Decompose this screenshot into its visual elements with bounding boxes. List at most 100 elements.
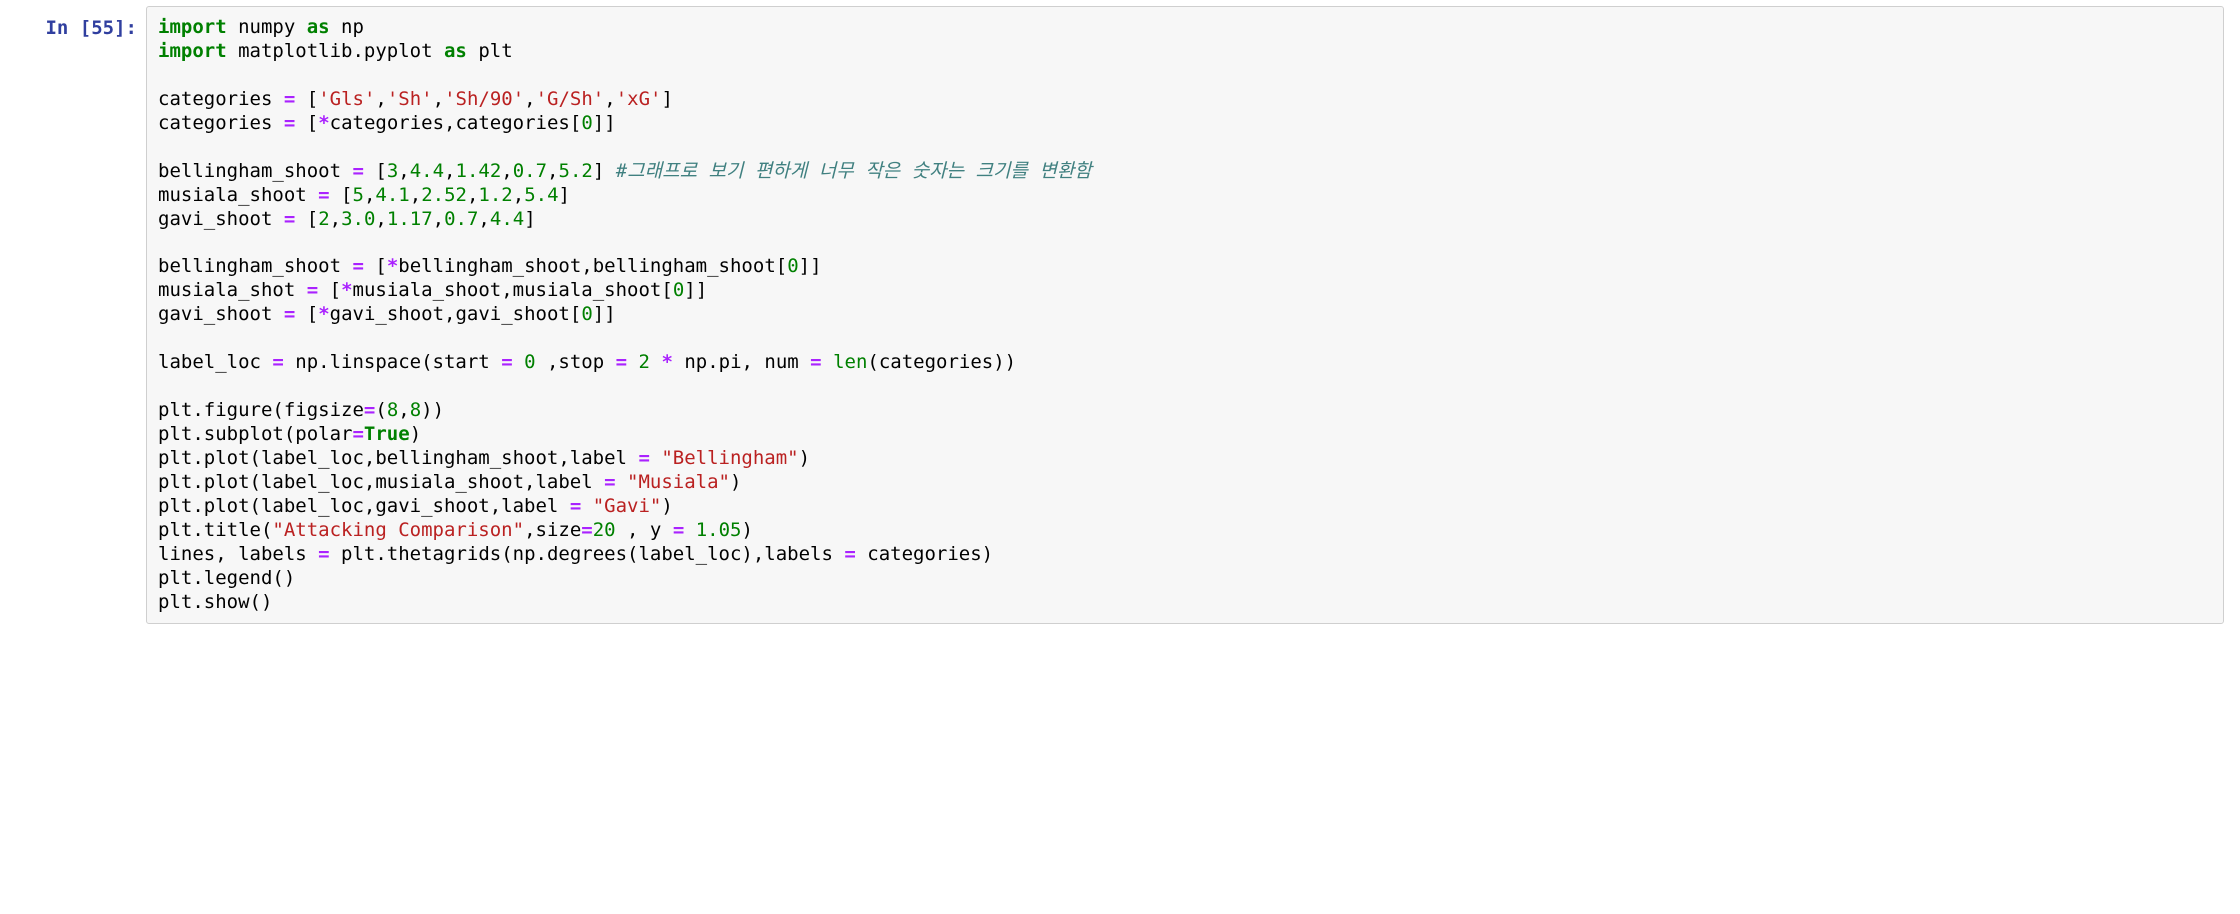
code-line[interactable]	[158, 375, 2212, 399]
code-token: True	[364, 423, 410, 445]
code-token: 5.2	[559, 160, 593, 182]
code-token: 'Sh'	[387, 88, 433, 110]
code-token	[650, 351, 661, 373]
code-token: lines, labels	[158, 543, 318, 565]
code-token: ,	[375, 88, 386, 110]
code-token: ))	[421, 399, 444, 421]
code-token: ,	[433, 88, 444, 110]
code-line[interactable]	[158, 327, 2212, 351]
code-line[interactable]: plt.title("Attacking Comparison",size=20…	[158, 519, 2212, 543]
code-token: ,	[547, 160, 558, 182]
code-token: =	[352, 423, 363, 445]
code-line[interactable]: categories = ['Gls','Sh','Sh/90','G/Sh',…	[158, 88, 2212, 112]
code-token: 4.4	[410, 160, 444, 182]
code-line[interactable]: import matplotlib.pyplot as plt	[158, 40, 2212, 64]
code-token: *	[387, 255, 398, 277]
code-line[interactable]: musiala_shoot = [5,4.1,2.52,1.2,5.4]	[158, 184, 2212, 208]
code-token: [	[364, 255, 387, 277]
code-token: ]]	[593, 112, 616, 134]
code-token: "Musiala"	[627, 471, 730, 493]
code-token: [	[364, 160, 387, 182]
code-token: gavi_shoot	[158, 303, 284, 325]
code-token	[627, 351, 638, 373]
code-token: plt.title(	[158, 519, 272, 541]
code-token: label_loc	[158, 351, 272, 373]
code-token: plt.subplot(polar	[158, 423, 352, 445]
code-token: ]	[559, 184, 570, 206]
code-token: ]]	[799, 255, 822, 277]
code-token: 0.7	[444, 208, 478, 230]
code-line[interactable]: plt.plot(label_loc,bellingham_shoot,labe…	[158, 447, 2212, 471]
code-token: categories	[158, 112, 284, 134]
code-line[interactable]: plt.figure(figsize=(8,8))	[158, 399, 2212, 423]
code-token: ,	[501, 160, 512, 182]
code-token: ,	[478, 208, 489, 230]
code-line[interactable]	[158, 64, 2212, 88]
code-token: as	[307, 16, 330, 38]
code-token: 1.2	[478, 184, 512, 206]
code-token: )	[410, 423, 421, 445]
code-line[interactable]	[158, 231, 2212, 255]
code-token: 2	[639, 351, 650, 373]
code-token: 3	[387, 160, 398, 182]
code-line[interactable]: label_loc = np.linspace(start = 0 ,stop …	[158, 351, 2212, 375]
code-token: )	[730, 471, 741, 493]
code-line[interactable]: plt.show()	[158, 591, 2212, 615]
code-token: np.linspace(start	[284, 351, 501, 373]
code-token: ]	[661, 88, 672, 110]
code-token: matplotlib.pyplot	[227, 40, 444, 62]
code-token	[684, 519, 695, 541]
code-token: =	[570, 495, 581, 517]
code-token: 'G/Sh'	[536, 88, 605, 110]
code-token: =	[284, 88, 295, 110]
code-token: =	[501, 351, 512, 373]
code-token: bellingham_shoot,bellingham_shoot[	[398, 255, 787, 277]
code-token: =	[364, 399, 375, 421]
code-token: 5.4	[524, 184, 558, 206]
code-line[interactable]: bellingham_shoot = [*bellingham_shoot,be…	[158, 255, 2212, 279]
input-prompt: In [55]:	[6, 6, 146, 41]
code-token: [	[295, 88, 318, 110]
code-token: categories)	[856, 543, 993, 565]
code-token: 4.1	[375, 184, 409, 206]
code-line[interactable]: lines, labels = plt.thetagrids(np.degree…	[158, 543, 2212, 567]
code-token: 20	[593, 519, 616, 541]
code-token	[513, 351, 524, 373]
code-token: musiala_shot	[158, 279, 307, 301]
code-line[interactable]: plt.legend()	[158, 567, 2212, 591]
code-line[interactable]: bellingham_shoot = [3,4.4,1.42,0.7,5.2] …	[158, 160, 2212, 184]
code-line[interactable]	[158, 136, 2212, 160]
code-line[interactable]: musiala_shot = [*musiala_shoot,musiala_s…	[158, 279, 2212, 303]
code-token: plt.figure(figsize	[158, 399, 364, 421]
code-token: bellingham_shoot	[158, 160, 352, 182]
code-line[interactable]: import numpy as np	[158, 16, 2212, 40]
code-token: 2.52	[421, 184, 467, 206]
code-token: 'xG'	[616, 88, 662, 110]
code-token: ,stop	[536, 351, 616, 373]
code-token: ,	[467, 184, 478, 206]
code-line[interactable]: plt.plot(label_loc,gavi_shoot,label = "G…	[158, 495, 2212, 519]
code-token: =	[284, 112, 295, 134]
code-cell: In [55]: import numpy as npimport matplo…	[0, 0, 2240, 630]
code-token: ,	[375, 208, 386, 230]
code-token: =	[604, 471, 615, 493]
code-input-area[interactable]: import numpy as npimport matplotlib.pypl…	[146, 6, 2224, 624]
code-line[interactable]: gavi_shoot = [2,3.0,1.17,0.7,4.4]	[158, 208, 2212, 232]
code-token: ,	[398, 399, 409, 421]
code-token: ]]	[593, 303, 616, 325]
code-token: )	[799, 447, 810, 469]
code-token: ,	[444, 160, 455, 182]
code-line[interactable]: plt.subplot(polar=True)	[158, 423, 2212, 447]
code-line[interactable]: categories = [*categories,categories[0]]	[158, 112, 2212, 136]
code-token: plt.plot(label_loc,musiala_shoot,label	[158, 471, 604, 493]
code-token: 1.17	[387, 208, 433, 230]
code-token: ,	[330, 208, 341, 230]
code-token: =	[352, 255, 363, 277]
code-token: ]	[524, 208, 535, 230]
code-token: np.pi, num	[673, 351, 810, 373]
code-token: np	[330, 16, 364, 38]
code-line[interactable]: gavi_shoot = [*gavi_shoot,gavi_shoot[0]]	[158, 303, 2212, 327]
code-token: ,	[398, 160, 409, 182]
code-token: =	[284, 303, 295, 325]
code-line[interactable]: plt.plot(label_loc,musiala_shoot,label =…	[158, 471, 2212, 495]
